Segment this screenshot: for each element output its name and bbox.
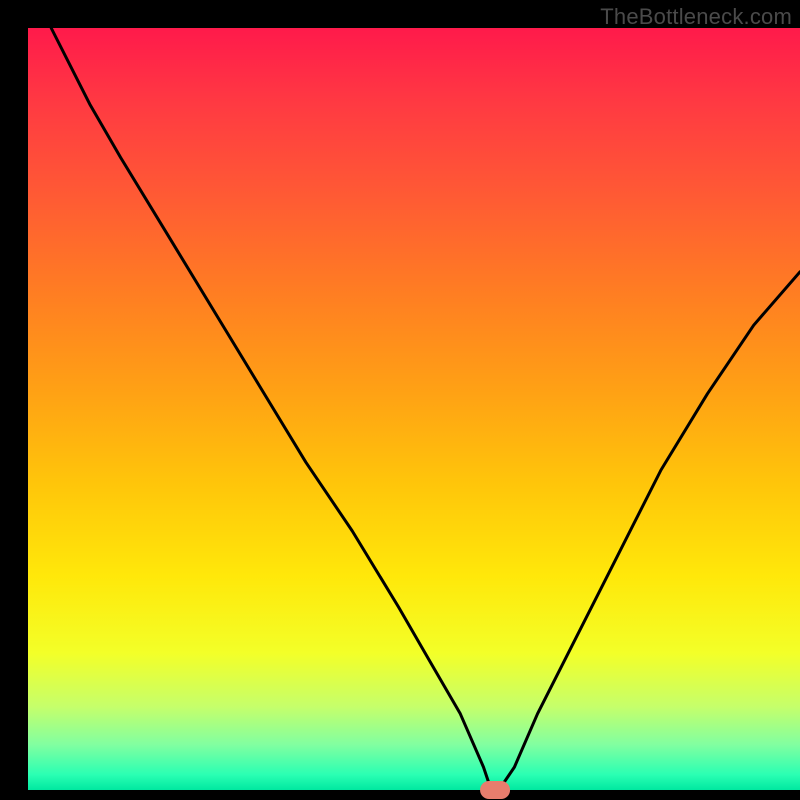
chart-svg [0,0,800,800]
optimal-point-marker [480,781,510,799]
bottleneck-chart: TheBottleneck.com [0,0,800,800]
chart-gradient-bg [28,28,800,790]
